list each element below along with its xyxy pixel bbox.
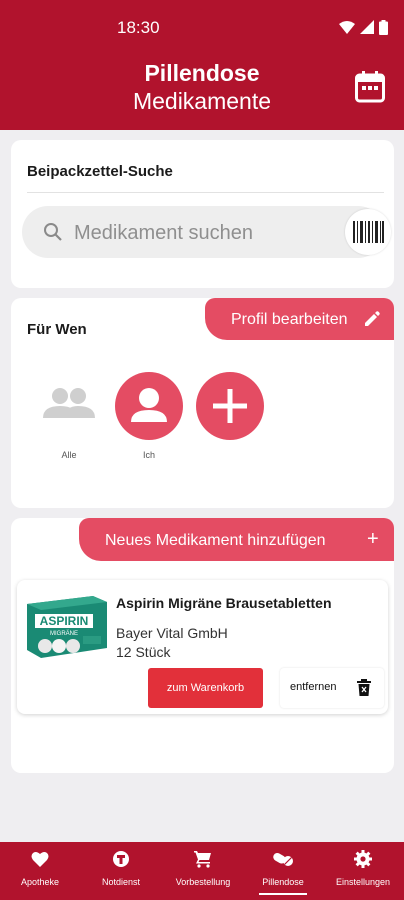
calendar-button[interactable] <box>354 70 386 104</box>
add-person-button[interactable] <box>196 372 264 462</box>
person-icon <box>131 388 167 422</box>
edit-profile-label: Profil bearbeiten <box>231 311 348 328</box>
nav-item-vorbestellung[interactable]: Vorbestellung <box>162 842 244 900</box>
active-tab-indicator <box>259 893 307 895</box>
avatar <box>115 372 183 440</box>
cart-icon <box>194 851 211 868</box>
nav-item-pillendose[interactable]: Pillendose <box>244 842 322 900</box>
plus-icon <box>213 389 247 423</box>
remove-button[interactable]: entfernen <box>280 668 384 708</box>
medication-item[interactable]: ASPIRIN MIGRÄNE Aspirin Migräne Brauseta… <box>17 580 388 714</box>
search-input[interactable] <box>74 220 324 246</box>
medication-manufacturer: Bayer Vital GmbH <box>116 625 228 641</box>
person-label <box>196 450 264 462</box>
leaflet-search-title: Beipackzettel-Suche <box>27 163 173 180</box>
person-all[interactable]: Alle <box>35 372 103 462</box>
medication-name: Aspirin Migräne Brausetabletten <box>116 595 332 611</box>
nav-label: Vorbestellung <box>175 877 231 887</box>
remove-label: entfernen <box>290 681 337 693</box>
page-subtitle: Medikamente <box>132 88 272 114</box>
person-label: Alle <box>61 450 77 460</box>
person-label: Ich <box>142 450 155 460</box>
package-brand: ASPIRIN <box>40 614 89 628</box>
heart-icon <box>31 851 49 867</box>
pencil-icon <box>365 311 380 326</box>
group-icon <box>43 388 95 418</box>
divider <box>27 192 384 193</box>
status-bar: 18:30 <box>0 0 404 56</box>
medication-quantity: 12 Stück <box>116 644 171 660</box>
medications-card: Neues Medikament hinzufügen + ASPIRIN MI… <box>11 518 394 773</box>
nav-label: Notdienst <box>101 877 141 887</box>
bottom-navigation: Apotheke Notdienst Vorbestellung Pillend… <box>0 842 404 900</box>
nav-item-einstellungen[interactable]: Einstellungen <box>322 842 404 900</box>
calendar-icon <box>355 71 385 103</box>
nav-item-notdienst[interactable]: Notdienst <box>80 842 162 900</box>
emergency-icon <box>113 851 129 867</box>
page-title: Pillendose <box>144 60 260 86</box>
status-time: 18:30 <box>117 18 160 37</box>
wifi-icon <box>339 21 355 34</box>
trash-icon <box>357 679 371 696</box>
nav-item-apotheke[interactable]: Apotheke <box>0 842 80 900</box>
battery-icon <box>379 19 388 35</box>
add-avatar <box>196 372 264 440</box>
app-header: 18:30 Pillendose Medikamente <box>0 0 404 130</box>
add-to-cart-button[interactable]: zum Warenkorb <box>148 668 263 708</box>
plus-icon: + <box>367 528 379 550</box>
person-me[interactable]: Ich <box>115 372 183 462</box>
nav-label: Pillendose <box>262 877 304 887</box>
search-icon <box>44 223 62 241</box>
status-icons <box>339 19 388 35</box>
leaflet-search-card: Beipackzettel-Suche <box>11 140 394 288</box>
group-avatar <box>35 372 103 440</box>
for-whom-title: Für Wen <box>27 321 87 338</box>
barcode-scan-button[interactable] <box>345 209 391 255</box>
package-sub: MIGRÄNE <box>50 630 78 637</box>
search-box[interactable] <box>22 206 391 258</box>
add-medication-button[interactable]: Neues Medikament hinzufügen + <box>79 518 394 561</box>
gear-icon <box>354 850 372 868</box>
edit-profile-button[interactable]: Profil bearbeiten <box>205 298 394 340</box>
nav-label: Einstellungen <box>335 877 391 887</box>
nav-label: Apotheke <box>20 877 60 887</box>
add-medication-label: Neues Medikament hinzufügen <box>105 532 326 549</box>
barcode-icon <box>353 221 384 243</box>
signal-icon <box>360 20 374 34</box>
pills-icon <box>273 853 293 866</box>
medication-package-image: ASPIRIN MIGRÄNE <box>27 596 107 658</box>
for-whom-card: Für Wen Profil bearbeiten Alle Ich <box>11 298 394 508</box>
